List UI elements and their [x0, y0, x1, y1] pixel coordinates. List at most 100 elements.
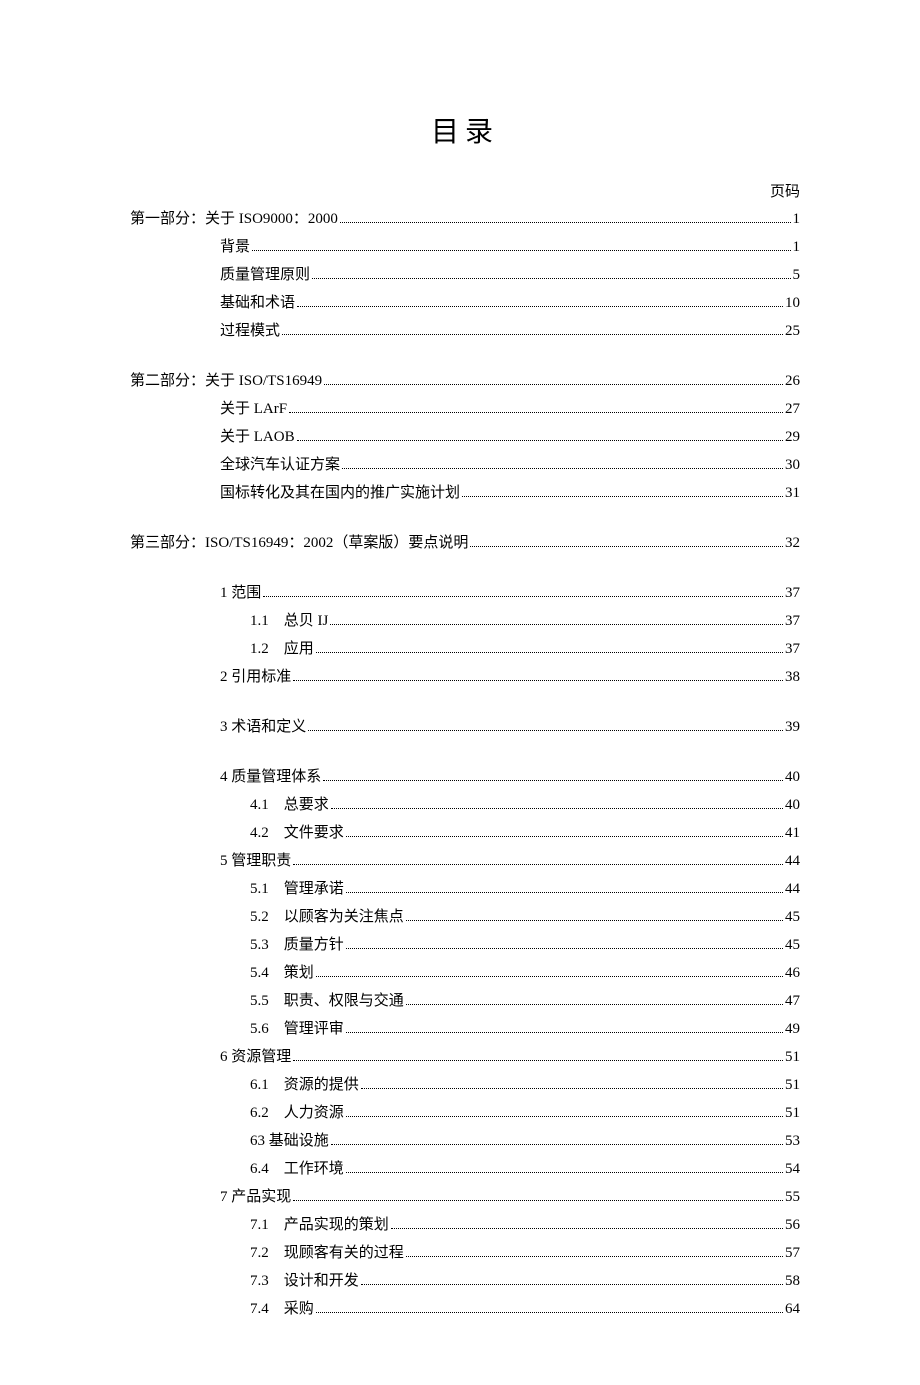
toc-entry-page: 44 — [785, 849, 800, 873]
toc-entry-label: 5 管理职责 — [220, 849, 291, 873]
toc-leader-dots — [293, 864, 783, 865]
toc-entry: 第一部分：关于 ISO9000：20001 — [130, 207, 800, 231]
toc-entry-page: 1 — [793, 207, 801, 231]
toc-entry: 7 产品实现55 — [130, 1185, 800, 1209]
toc-entry-page: 31 — [785, 481, 800, 505]
toc-leader-dots — [282, 334, 783, 335]
toc-entry-label: 7 产品实现 — [220, 1185, 291, 1209]
toc-entry-label: 过程模式 — [220, 319, 280, 343]
toc-leader-dots — [289, 412, 783, 413]
toc-leader-dots — [331, 808, 783, 809]
toc-entry-label: 6.4 工作环境 — [250, 1157, 344, 1181]
toc-entry: 背景1 — [130, 235, 800, 259]
toc-entry-page: 51 — [785, 1045, 800, 1069]
toc-leader-dots — [308, 730, 783, 731]
toc-entry-label: 4.2 文件要求 — [250, 821, 344, 845]
toc-entry-page: 51 — [785, 1101, 800, 1125]
toc-entry-page: 58 — [785, 1269, 800, 1293]
toc-leader-dots — [342, 468, 783, 469]
toc-entry-page: 45 — [785, 905, 800, 929]
toc-entry-label: 3 术语和定义 — [220, 715, 306, 739]
toc-entry-page: 30 — [785, 453, 800, 477]
toc-entry-label: 6.1 资源的提供 — [250, 1073, 359, 1097]
toc-entry-label: 5.2 以顾客为关注焦点 — [250, 905, 404, 929]
toc-leader-dots — [252, 250, 790, 251]
toc-entry-label: 6.2 人力资源 — [250, 1101, 344, 1125]
toc-leader-dots — [293, 1200, 783, 1201]
page-number-header: 页码 — [130, 180, 800, 201]
toc-entry-page: 56 — [785, 1213, 800, 1237]
toc-entry: 4.2 文件要求 41 — [130, 821, 800, 845]
toc-gap — [130, 559, 800, 581]
toc-entry-page: 37 — [785, 637, 800, 661]
toc-entry: 5.1 管理承诺 44 — [130, 877, 800, 901]
toc-entry-label: 5.4 策划 — [250, 961, 314, 985]
toc-leader-dots — [346, 948, 783, 949]
toc-entry: 4.1 总要求40 — [130, 793, 800, 817]
toc-entry-label: 63 基础设施 — [250, 1129, 329, 1153]
toc-entry: 关于 LAOB29 — [130, 425, 800, 449]
toc-leader-dots — [361, 1088, 783, 1089]
toc-entry: 5 管理职责 44 — [130, 849, 800, 873]
toc-entry: 5.3 质量方针45 — [130, 933, 800, 957]
toc-entry-label: 7.3 设计和开发 — [250, 1269, 359, 1293]
toc-leader-dots — [346, 892, 783, 893]
toc-title: 目录 — [130, 110, 800, 150]
toc-leader-dots — [470, 546, 783, 547]
toc-entry: 4 质量管理体系40 — [130, 765, 800, 789]
toc-leader-dots — [293, 1060, 783, 1061]
toc-leader-dots — [323, 780, 783, 781]
toc-leader-dots — [297, 440, 783, 441]
toc-entry-label: 6 资源管理 — [220, 1045, 291, 1069]
toc-entry-label: 国标转化及其在国内的推广实施计划 — [220, 481, 460, 505]
toc-leader-dots — [406, 920, 783, 921]
toc-entry-label: 基础和术语 — [220, 291, 295, 315]
toc-entry-page: 46 — [785, 961, 800, 985]
toc-entry-page: 37 — [785, 581, 800, 605]
toc-entry-label: 4 质量管理体系 — [220, 765, 321, 789]
toc-gap — [130, 347, 800, 369]
toc-entry: 关于 LArF27 — [130, 397, 800, 421]
toc-entry: 5.5 职责、权限与交通 47 — [130, 989, 800, 1013]
toc-entry: 7.2 现顾客有关的过程57 — [130, 1241, 800, 1265]
toc-entry: 7.3 设计和开发 58 — [130, 1269, 800, 1293]
toc-entry: 6.2 人力资源 51 — [130, 1101, 800, 1125]
toc-entry: 2 引用标准38 — [130, 665, 800, 689]
toc-leader-dots — [340, 222, 791, 223]
toc-leader-dots — [316, 1312, 783, 1313]
toc-entry-label: 2 引用标准 — [220, 665, 291, 689]
toc-entry: 5.4 策划 46 — [130, 961, 800, 985]
toc-entry: 第二部分：关于 ISO/TS1694926 — [130, 369, 800, 393]
toc-entry-label: 5.5 职责、权限与交通 — [250, 989, 404, 1013]
toc-leader-dots — [293, 680, 783, 681]
toc-entry-page: 45 — [785, 933, 800, 957]
toc-entry-label: 1.1 总贝 IJ — [250, 609, 328, 633]
toc-gap — [130, 743, 800, 765]
toc-leader-dots — [391, 1228, 783, 1229]
toc-entry-page: 41 — [785, 821, 800, 845]
toc-leader-dots — [316, 652, 783, 653]
toc-entry: 国标转化及其在国内的推广实施计划 31 — [130, 481, 800, 505]
toc-entry: 5.2 以顾客为关注焦点 45 — [130, 905, 800, 929]
toc-entry-label: 1.2 应用 — [250, 637, 314, 661]
toc-entry-page: 37 — [785, 609, 800, 633]
toc-entry-page: 47 — [785, 989, 800, 1013]
toc-entry: 1.1 总贝 IJ 37 — [130, 609, 800, 633]
toc-entry: 基础和术语10 — [130, 291, 800, 315]
toc-entry: 7.1 产品实现的策划 56 — [130, 1213, 800, 1237]
toc-entry-page: 32 — [785, 531, 800, 555]
toc-entry: 过程模式 25 — [130, 319, 800, 343]
toc-entry-label: 7.1 产品实现的策划 — [250, 1213, 389, 1237]
toc-entry-label: 第二部分：关于 ISO/TS16949 — [130, 369, 322, 393]
toc-entry-label: 5.1 管理承诺 — [250, 877, 344, 901]
toc-entry-page: 25 — [785, 319, 800, 343]
toc-entry: 第三部分：ISO/TS16949：2002（草案版）要点说明32 — [130, 531, 800, 555]
toc-entry-label: 背景 — [220, 235, 250, 259]
toc-entry-page: 44 — [785, 877, 800, 901]
toc-entry: 6 资源管理 51 — [130, 1045, 800, 1069]
toc-leader-dots — [346, 836, 783, 837]
toc-entry-page: 54 — [785, 1157, 800, 1181]
toc-leader-dots — [346, 1172, 783, 1173]
toc-entry-label: 质量管理原则 — [220, 263, 310, 287]
toc-entry-page: 29 — [785, 425, 800, 449]
